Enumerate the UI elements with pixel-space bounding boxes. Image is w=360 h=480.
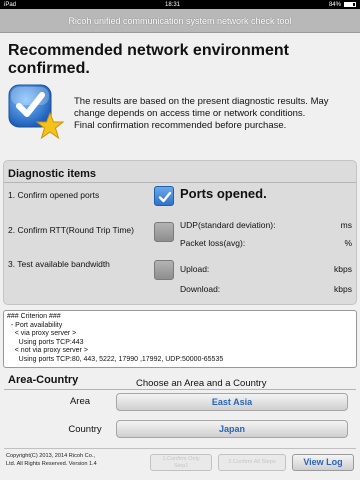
clock: 18:31 bbox=[164, 1, 180, 8]
battery-indicator: 84% bbox=[329, 2, 356, 8]
confirm-all-steps-button[interactable]: 2.Confirm All Steps bbox=[218, 454, 286, 471]
copyright-line: Ltd. All Rights Reserved. Version 1.4 bbox=[6, 460, 97, 467]
confirm-only-step1-button[interactable]: 1.Confirm Only Step1 bbox=[150, 454, 212, 471]
result-description: The results are based on the present dia… bbox=[74, 96, 354, 132]
button-label: Step1 bbox=[173, 463, 189, 469]
log-line: Using ports TCP:80, 443, 5222, 17990 ,17… bbox=[7, 355, 224, 363]
country-label: Country bbox=[68, 424, 102, 435]
divider bbox=[4, 182, 356, 183]
rtt-checkbox[interactable] bbox=[154, 222, 174, 242]
ports-checkbox[interactable] bbox=[154, 186, 174, 206]
result-heading: Recommended network environment confirme… bbox=[8, 42, 289, 77]
divider bbox=[4, 448, 356, 449]
item-test-bandwidth: 3. Test available bandwidth bbox=[8, 259, 110, 269]
diagnostic-title: Diagnostic items bbox=[8, 168, 97, 180]
button-label: 1.Confirm Only bbox=[162, 456, 200, 462]
area-prompt: Choose an Area and a Country bbox=[136, 378, 267, 389]
copyright: Copyright(C) 2013, 2014 Ricoh Co., Ltd. … bbox=[6, 453, 146, 468]
checkmark-icon bbox=[158, 191, 172, 203]
item-confirm-rtt: 2. Confirm RTT(Round Trip Time) bbox=[8, 225, 134, 235]
upload-unit: kbps bbox=[334, 264, 352, 274]
bandwidth-checkbox[interactable] bbox=[154, 260, 174, 280]
country-select-button[interactable]: Japan bbox=[116, 420, 348, 438]
log-line: Using ports TCP:443 bbox=[7, 338, 84, 346]
app-title: Ricoh unified communication system netwo… bbox=[68, 15, 292, 26]
log-line: ### Criterion ### bbox=[7, 313, 61, 320]
log-line: < not via proxy server > bbox=[7, 347, 88, 355]
udp-label: UDP(standard deviation): bbox=[180, 220, 276, 230]
description-line: Final confirmation recommended before pu… bbox=[74, 120, 287, 131]
area-select-button[interactable]: East Asia bbox=[116, 393, 348, 411]
device-name: iPad bbox=[4, 1, 17, 8]
copyright-line: Copyright(C) 2013, 2014 Ricoh Co., bbox=[6, 453, 95, 459]
udp-unit: ms bbox=[340, 220, 352, 230]
upload-label: Upload: bbox=[180, 264, 210, 274]
area-label: Area bbox=[69, 396, 91, 407]
item-confirm-ports: 1. Confirm opened ports bbox=[8, 190, 100, 200]
description-line: change depends on access time or network… bbox=[74, 108, 306, 119]
divider bbox=[4, 389, 356, 390]
battery-percent: 84% bbox=[328, 1, 341, 8]
checkmark-star-badge-icon bbox=[6, 82, 65, 142]
criterion-log[interactable]: ### Criterion ### - Port availability < … bbox=[3, 310, 357, 368]
description-line: The results are based on the present dia… bbox=[74, 96, 329, 107]
download-label: Download: bbox=[180, 284, 221, 294]
ports-result: Ports opened. bbox=[180, 186, 267, 201]
title-bar: Ricoh unified communication system netwo… bbox=[0, 9, 360, 33]
log-line: - Port availability bbox=[7, 321, 63, 329]
packet-loss-unit: % bbox=[344, 238, 352, 248]
packet-loss-label: Packet loss(avg): bbox=[180, 238, 246, 248]
download-unit: kbps bbox=[334, 284, 352, 294]
battery-icon bbox=[343, 2, 356, 7]
status-bar: iPad 18:31 84% bbox=[0, 0, 360, 9]
area-country-title: Area-Country bbox=[8, 374, 79, 386]
view-log-button[interactable]: View Log bbox=[292, 454, 354, 471]
log-line: < via proxy server > bbox=[7, 330, 77, 338]
